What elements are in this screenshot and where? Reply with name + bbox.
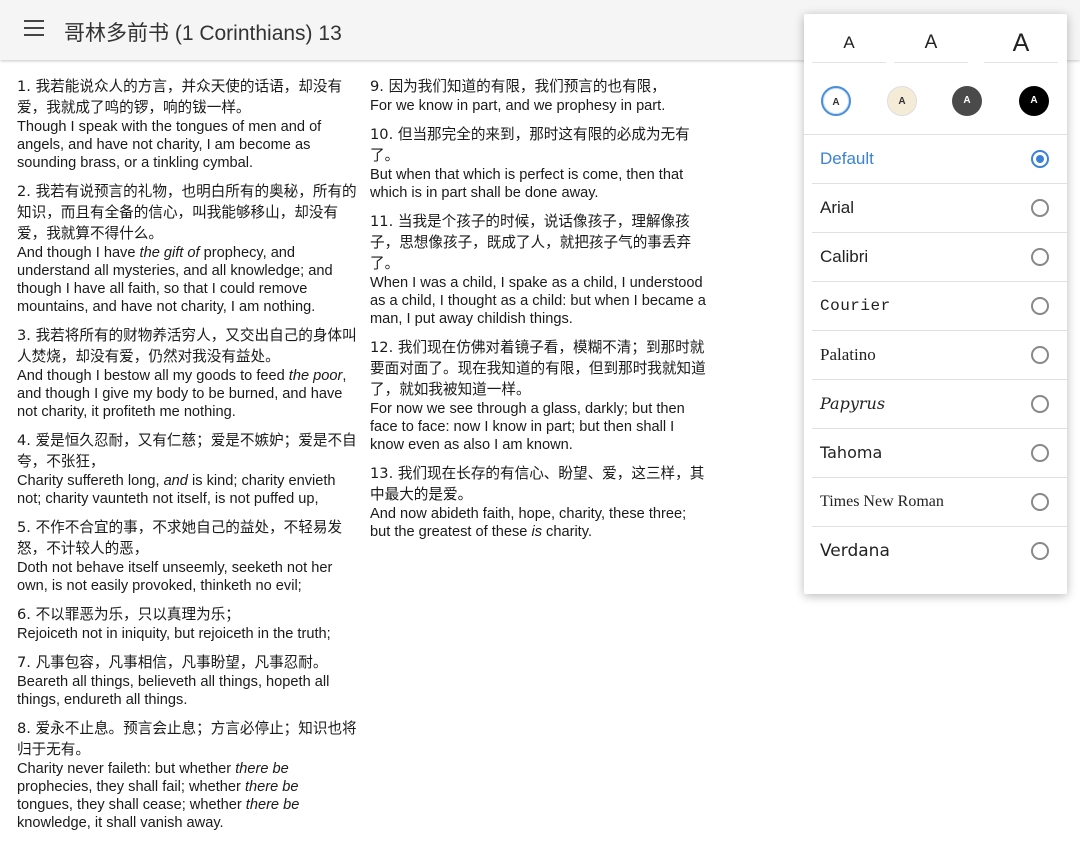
font-option-label: Tahoma xyxy=(820,443,883,462)
verse-8: 8. 爱永不止息。预言会止息；方言必停止；知识也将归于无有。 Charity n… xyxy=(17,718,357,832)
verse-10: 10. 但当那完全的来到，那时这有限的必成为无有了。 But when that… xyxy=(370,124,710,202)
verse-english: And though I bestow all my goods to feed… xyxy=(17,368,347,420)
verse-chinese: 8. 爱永不止息。预言会止息；方言必停止；知识也将归于无有。 xyxy=(17,720,357,758)
page-title: 哥林多前书 (1 Corinthians) 13 xyxy=(64,22,342,45)
radio-unselected-icon[interactable] xyxy=(1031,199,1049,217)
radio-unselected-icon[interactable] xyxy=(1031,346,1049,364)
verse-english: Beareth all things, believeth all things… xyxy=(17,674,330,708)
theme-sepia-button[interactable]: A xyxy=(887,86,917,116)
verse-english: Though I speak with the tongues of men a… xyxy=(17,119,322,171)
verse-english: Doth not behave itself unseemly, seeketh… xyxy=(17,560,333,594)
verse-7: 7. 凡事包容，凡事相信，凡事盼望，凡事忍耐。 Beareth all thin… xyxy=(17,652,357,709)
reading-settings-panel: A A A A A A A Default Arial Calibri Cour… xyxy=(804,14,1067,594)
verse-english: For we know in part, and we prophesy in … xyxy=(370,98,666,114)
verse-5: 5. 不作不合宜的事，不求她自己的益处，不轻易发怒，不计较人的恶， Doth n… xyxy=(17,517,357,595)
font-option-label: Courier xyxy=(820,297,891,315)
verse-chinese: 13. 我们现在长存的有信心、盼望、爱，这三样，其中最大的是爱。 xyxy=(370,465,705,503)
verse-13: 13. 我们现在长存的有信心、盼望、爱，这三样，其中最大的是爱。 And now… xyxy=(370,463,710,541)
font-option-times-new-roman[interactable]: Times New Roman xyxy=(812,478,1067,527)
verse-english: But when that which is perfect is come, … xyxy=(370,167,684,201)
font-option-courier[interactable]: Courier xyxy=(812,282,1067,331)
verse-chinese: 7. 凡事包容，凡事相信，凡事盼望，凡事忍耐。 xyxy=(17,654,328,671)
font-option-default[interactable]: Default xyxy=(812,135,1067,184)
font-option-calibri[interactable]: Calibri xyxy=(812,233,1067,282)
verse-chinese: 1. 我若能说众人的方言，并众天使的话语，却没有爱，我就成了鸣的锣，响的钹一样。 xyxy=(17,78,343,116)
verse-chinese: 3. 我若将所有的财物养活穷人，又交出自己的身体叫人焚烧，却没有爱，仍然对我没有… xyxy=(17,327,357,365)
font-option-label: Arial xyxy=(820,198,855,217)
verse-english: Rejoiceth not in iniquity, but rejoiceth… xyxy=(17,626,331,642)
font-option-label: Verdana xyxy=(820,541,890,561)
verse-english: When I was a child, I spake as a child, … xyxy=(370,275,706,327)
verse-chinese: 9. 因为我们知道的有限，我们预言的也有限， xyxy=(370,78,666,95)
verse-column-left: 1. 我若能说众人的方言，并众天使的话语，却没有爱，我就成了鸣的锣，响的钹一样。… xyxy=(17,76,357,841)
verse-11: 11. 当我是个孩子的时候，说话像孩子，理解像孩子，思想像孩子，既成了人，就把孩… xyxy=(370,211,710,328)
verse-english: And though I have the gift of prophecy, … xyxy=(17,245,333,315)
verse-chinese: 6. 不以罪恶为乐，只以真理为乐； xyxy=(17,606,240,623)
verse-chinese: 2. 我若有说预言的礼物，也明白所有的奥秘，所有的知识，而且有全备的信心，叫我能… xyxy=(17,183,357,242)
verse-3: 3. 我若将所有的财物养活穷人，又交出自己的身体叫人焚烧，却没有爱，仍然对我没有… xyxy=(17,325,357,421)
radio-unselected-icon[interactable] xyxy=(1031,297,1049,315)
verse-12: 12. 我们现在仿佛对着镜子看，模糊不清；到那时就要面对面了。现在我知道的有限，… xyxy=(370,337,710,454)
theme-white-button[interactable]: A xyxy=(821,86,851,116)
verse-english: Charity suffereth long, and is kind; cha… xyxy=(17,473,336,507)
verse-chinese: 10. 但当那完全的来到，那时这有限的必成为无有了。 xyxy=(370,126,690,164)
radio-selected-icon[interactable] xyxy=(1031,150,1049,168)
font-family-list: Default Arial Calibri Courier Palatino P… xyxy=(804,134,1067,575)
font-option-verdana[interactable]: Verdana xyxy=(812,527,1067,575)
font-option-label: Calibri xyxy=(820,247,869,266)
radio-unselected-icon[interactable] xyxy=(1031,444,1049,462)
theme-selector: A A A A xyxy=(804,82,1067,132)
verse-english: And now abideth faith, hope, charity, th… xyxy=(370,506,687,540)
font-size-small-button[interactable]: A xyxy=(812,24,886,63)
theme-gray-button[interactable]: A xyxy=(952,86,982,116)
verse-1: 1. 我若能说众人的方言，并众天使的话语，却没有爱，我就成了鸣的锣，响的钹一样。… xyxy=(17,76,357,172)
verse-column-right: 9. 因为我们知道的有限，我们预言的也有限， For we know in pa… xyxy=(370,76,710,550)
verse-english: Charity never faileth: but whether there… xyxy=(17,761,300,831)
font-option-label: Default xyxy=(820,149,874,168)
radio-unselected-icon[interactable] xyxy=(1031,248,1049,266)
theme-black-button[interactable]: A xyxy=(1019,86,1049,116)
verse-6: 6. 不以罪恶为乐，只以真理为乐； Rejoiceth not in iniqu… xyxy=(17,604,357,643)
radio-unselected-icon[interactable] xyxy=(1031,395,1049,413)
verse-9: 9. 因为我们知道的有限，我们预言的也有限， For we know in pa… xyxy=(370,76,710,115)
font-size-medium-button[interactable]: A xyxy=(894,24,968,63)
verse-chinese: 11. 当我是个孩子的时候，说话像孩子，理解像孩子，思想像孩子，既成了人，就把孩… xyxy=(370,213,692,272)
font-option-tahoma[interactable]: Tahoma xyxy=(812,429,1067,478)
font-option-papyrus[interactable]: Papyrus xyxy=(812,380,1067,429)
font-size-selector: A A A xyxy=(804,14,1067,70)
verse-2: 2. 我若有说预言的礼物，也明白所有的奥秘，所有的知识，而且有全备的信心，叫我能… xyxy=(17,181,357,316)
font-option-arial[interactable]: Arial xyxy=(812,184,1067,233)
verse-chinese: 5. 不作不合宜的事，不求她自己的益处，不轻易发怒，不计较人的恶， xyxy=(17,519,343,557)
radio-unselected-icon[interactable] xyxy=(1031,493,1049,511)
font-option-label: Palatino xyxy=(820,345,876,364)
font-option-palatino[interactable]: Palatino xyxy=(812,331,1067,380)
verse-4: 4. 爱是恒久忍耐，又有仁慈；爱是不嫉妒；爱是不自夸，不张狂， Charity … xyxy=(17,430,357,508)
hamburger-menu-icon[interactable] xyxy=(24,20,44,36)
font-option-label: Papyrus xyxy=(820,394,886,413)
verse-chinese: 4. 爱是恒久忍耐，又有仁慈；爱是不嫉妒；爱是不自夸，不张狂， xyxy=(17,432,357,470)
radio-unselected-icon[interactable] xyxy=(1031,542,1049,560)
font-option-label: Times New Roman xyxy=(820,493,944,510)
verse-chinese: 12. 我们现在仿佛对着镜子看，模糊不清；到那时就要面对面了。现在我知道的有限，… xyxy=(370,339,706,398)
verse-english: For now we see through a glass, darkly; … xyxy=(370,401,685,453)
font-size-large-button[interactable]: A xyxy=(984,24,1058,63)
